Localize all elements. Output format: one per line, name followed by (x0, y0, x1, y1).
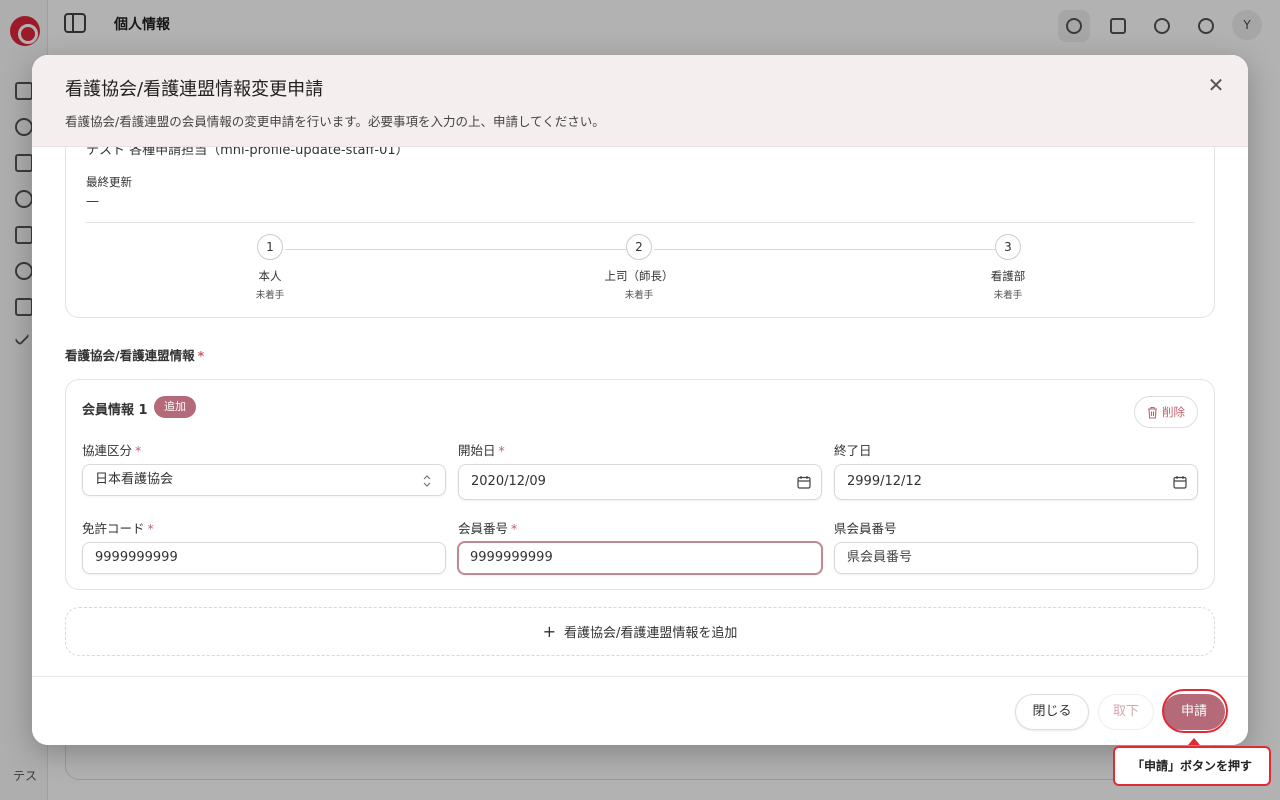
close-button[interactable]: 閉じる (1015, 694, 1089, 730)
step-number: 2 (626, 234, 652, 260)
section-title: 看護協会/看護連盟情報 * (65, 345, 204, 364)
step-number: 1 (257, 234, 283, 260)
pref-member-number-input[interactable]: 県会員番号 (834, 542, 1198, 574)
member-number-label: 会員番号 * (458, 518, 517, 537)
applicant-text: テスト 各種申請担当（mnl-profile-update-staff-01） (86, 147, 409, 158)
approval-step: 3 看護部 未着手 (958, 234, 1058, 301)
calendar-icon[interactable] (1173, 475, 1187, 489)
start-date-label-text: 開始日 (458, 443, 496, 458)
pref-member-number-label: 県会員番号 (834, 518, 897, 537)
delete-button[interactable]: 削除 (1134, 396, 1198, 428)
required-mark: * (498, 443, 505, 458)
member-number-input[interactable]: 9999999999 (457, 541, 823, 575)
step-name: 看護部 (990, 269, 1026, 283)
license-code-value: 9999999999 (95, 550, 178, 565)
end-date-value: 2999/12/12 (847, 474, 922, 489)
license-code-input[interactable]: 9999999999 (82, 542, 446, 574)
modal-title: 看護協会/看護連盟情報変更申請 (65, 79, 324, 100)
member-number-label-text: 会員番号 (458, 521, 509, 536)
modal-description: 看護協会/看護連盟の会員情報の変更申請を行います。必要事項を入力の上、申請してく… (65, 114, 605, 129)
required-mark: * (147, 521, 154, 536)
trash-icon (1148, 406, 1157, 419)
section-title-text: 看護協会/看護連盟情報 (65, 348, 195, 363)
license-code-label-text: 免許コード (82, 521, 145, 536)
category-value: 日本看護協会 (95, 472, 174, 487)
member-info-card: 会員情報 1 追加 削除 協連区分 * 日本看護協会 開始日 * 2020/12… (65, 379, 1215, 590)
change-request-modal: 看護協会/看護連盟情報変更申請 看護協会/看護連盟の会員情報の変更申請を行います… (32, 55, 1248, 745)
pref-member-number-placeholder: 県会員番号 (847, 550, 913, 565)
end-date-input[interactable]: 2999/12/12 (834, 464, 1198, 500)
start-date-value: 2020/12/09 (471, 474, 546, 489)
step-number: 3 (995, 234, 1021, 260)
add-association-button[interactable]: + 看護協会/看護連盟情報を追加 (65, 607, 1215, 656)
add-association-label: 看護協会/看護連盟情報を追加 (564, 626, 738, 641)
end-date-label-text: 終了日 (834, 443, 872, 458)
category-label: 協連区分 * (82, 440, 141, 459)
approval-card: テスト 各種申請担当（mnl-profile-update-staff-01） … (65, 147, 1215, 318)
end-date-label: 終了日 (834, 440, 872, 459)
member-title: 会員情報 1 (82, 403, 148, 418)
last-updated-label: 最終更新 (86, 175, 132, 189)
modal-footer: 閉じる 取下 申請 (32, 676, 1248, 745)
step-status: 未着手 (624, 290, 654, 301)
license-code-label: 免許コード * (82, 518, 154, 537)
delete-label: 削除 (1162, 405, 1185, 419)
step-name: 本人 (258, 269, 282, 283)
approval-step: 2 上司（師長） 未着手 (589, 234, 689, 301)
withdraw-button[interactable]: 取下 (1098, 694, 1154, 730)
divider (86, 222, 1194, 223)
step-connector (285, 249, 628, 250)
step-name: 上司（師長） (604, 269, 674, 283)
pref-member-number-label-text: 県会員番号 (834, 521, 897, 536)
add-badge: 追加 (154, 396, 196, 418)
plus-icon: + (542, 622, 556, 641)
step-status: 未着手 (993, 290, 1023, 301)
required-mark: * (511, 521, 518, 536)
last-updated-value: — (86, 194, 99, 209)
chevron-updown-icon (423, 475, 431, 487)
step-connector (654, 249, 997, 250)
category-label-text: 協連区分 (82, 443, 133, 458)
modal-body[interactable]: テスト 各種申請担当（mnl-profile-update-staff-01） … (32, 147, 1248, 676)
guide-tooltip: 「申請」ボタンを押す (1113, 746, 1271, 786)
start-date-label: 開始日 * (458, 440, 505, 459)
start-date-input[interactable]: 2020/12/09 (458, 464, 822, 500)
member-number-value: 9999999999 (470, 550, 553, 565)
required-mark: * (197, 348, 205, 363)
approval-step: 1 本人 未着手 (220, 234, 320, 301)
step-status: 未着手 (255, 290, 285, 301)
close-icon[interactable]: ✕ (1204, 73, 1228, 97)
required-mark: * (135, 443, 142, 458)
modal-header: 看護協会/看護連盟情報変更申請 看護協会/看護連盟の会員情報の変更申請を行います… (32, 55, 1248, 147)
highlight-ring (1162, 689, 1228, 733)
tooltip-arrow (1188, 738, 1200, 745)
calendar-icon[interactable] (797, 475, 811, 489)
category-select[interactable]: 日本看護協会 (82, 464, 446, 496)
